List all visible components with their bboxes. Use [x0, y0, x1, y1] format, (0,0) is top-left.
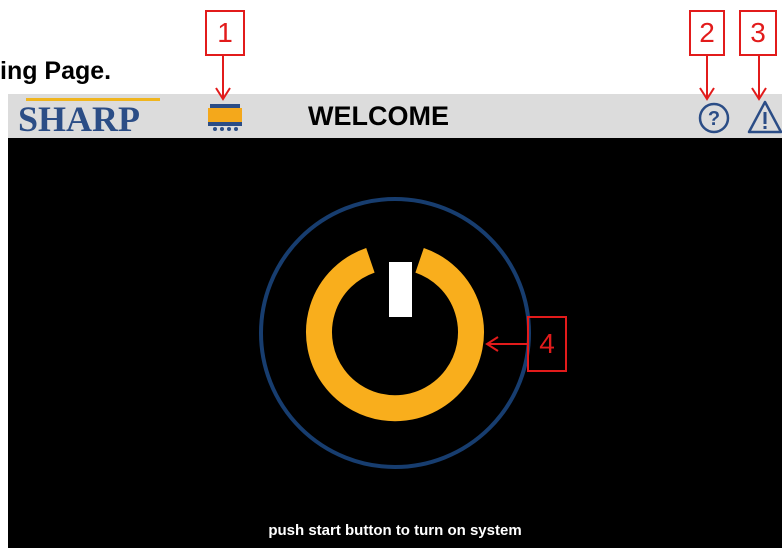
warning-icon[interactable]: [746, 99, 782, 135]
instruction-text: push start button to turn on system: [268, 522, 522, 539]
power-icon-bar: [389, 262, 412, 317]
callout-4: 4: [527, 316, 567, 372]
callout-2: 2: [689, 10, 725, 56]
printer-icon[interactable]: [206, 102, 250, 136]
main-screen: push start button to turn on system: [8, 138, 782, 548]
outer-ring: [259, 197, 531, 469]
page-title: WELCOME: [308, 101, 449, 131]
svg-text:?: ?: [708, 108, 720, 130]
sharp-logo: SHARP: [18, 99, 141, 139]
callout-1: 1: [205, 10, 245, 56]
power-area: [259, 197, 531, 469]
top-bar: SHARP WELCOME ?: [8, 94, 782, 139]
page-heading: ing Page.: [0, 57, 112, 85]
help-icon[interactable]: ?: [697, 101, 731, 135]
callout-3: 3: [739, 10, 777, 56]
power-start-button[interactable]: [306, 248, 484, 422]
